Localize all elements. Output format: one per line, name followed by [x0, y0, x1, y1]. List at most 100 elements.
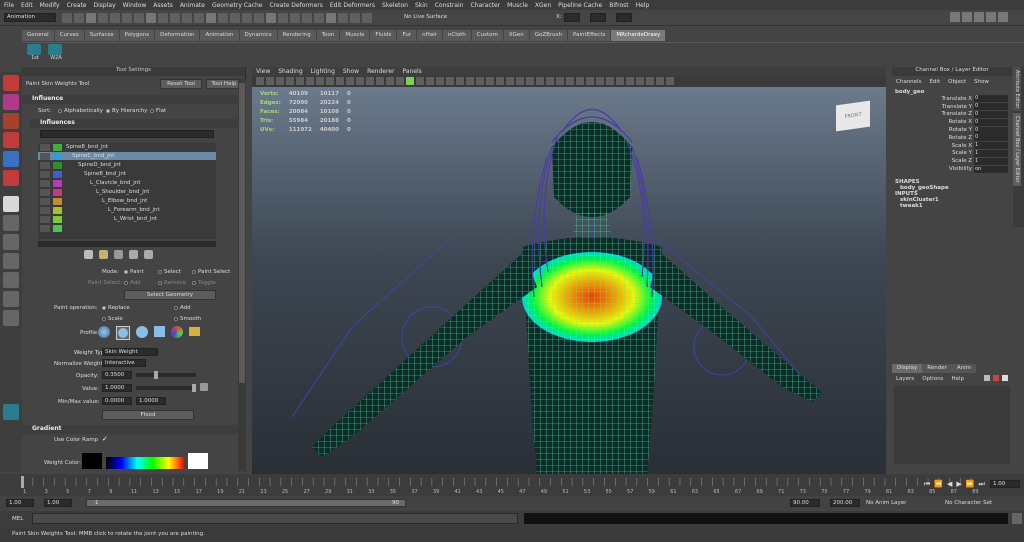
channel-menu-edit[interactable]: Edit: [929, 79, 940, 85]
layer-options-icon[interactable]: [1002, 375, 1008, 381]
status-tool-icon[interactable]: [338, 13, 348, 23]
menu-animate[interactable]: Animate: [180, 2, 205, 9]
influence-color-swatch[interactable]: [53, 170, 62, 178]
shelf-tab-custom[interactable]: Custom: [471, 30, 503, 41]
toggle-icon[interactable]: [998, 12, 1008, 22]
view-cube[interactable]: FRONT: [836, 100, 870, 132]
viewport-tool-icon[interactable]: [316, 77, 324, 85]
help-menu[interactable]: Help: [951, 376, 964, 382]
toggle-icon[interactable]: [962, 12, 972, 22]
gradient-section[interactable]: Gradient: [22, 425, 238, 434]
opacity-field[interactable]: 0.3500: [102, 371, 132, 379]
visibility-icon[interactable]: [40, 161, 50, 169]
layer-list[interactable]: [894, 386, 1010, 464]
paint-select-tool-icon[interactable]: [3, 113, 19, 129]
visibility-icon[interactable]: [40, 197, 50, 205]
influence-color-swatch[interactable]: [53, 224, 62, 232]
mode-paint[interactable]: Paint: [124, 269, 144, 275]
status-tool-icon[interactable]: [182, 13, 192, 23]
current-frame-field[interactable]: 1.00: [990, 480, 1020, 488]
menu-help[interactable]: Help: [636, 2, 650, 9]
influence-color-swatch[interactable]: [53, 143, 62, 151]
viewport-tool-icon[interactable]: [266, 77, 274, 85]
viewport-tool-icon[interactable]: [476, 77, 484, 85]
menu-bifrost[interactable]: Bifrost: [609, 2, 628, 9]
viewport-tool-icon[interactable]: [616, 77, 624, 85]
menu-edit[interactable]: Edit: [21, 2, 33, 9]
viewport-tool-icon[interactable]: [486, 77, 494, 85]
attribute-value[interactable]: 0: [974, 134, 1008, 142]
layout-outliner-icon[interactable]: [3, 272, 19, 288]
status-tool-icon[interactable]: [326, 13, 336, 23]
influence-color-swatch[interactable]: [53, 161, 62, 169]
status-tool-icon[interactable]: [194, 13, 204, 23]
folder-icon[interactable]: [189, 327, 200, 336]
channel-menu-channels[interactable]: Channels: [896, 79, 921, 85]
viewport-tool-icon[interactable]: [376, 77, 384, 85]
viewport-tool-icon[interactable]: [646, 77, 654, 85]
layers-menu[interactable]: Layers: [896, 376, 914, 382]
visibility-icon[interactable]: [40, 179, 50, 187]
toggle-icon[interactable]: [974, 12, 984, 22]
viewport-tool-icon[interactable]: [356, 77, 364, 85]
new-layer-icon[interactable]: [984, 375, 990, 381]
end-time-field[interactable]: 200.00: [830, 499, 860, 507]
viewport-tool-icon[interactable]: [306, 77, 314, 85]
status-tool-icon[interactable]: [362, 13, 372, 23]
status-tool-icon[interactable]: [86, 13, 96, 23]
viewport-tool-icon[interactable]: [636, 77, 644, 85]
max-color-swatch[interactable]: [188, 453, 208, 469]
shelf-tab-general[interactable]: General: [22, 30, 54, 41]
attribute-row[interactable]: Translate X0: [892, 95, 1008, 103]
menu-create[interactable]: Create: [67, 2, 87, 9]
viewport-tool-icon[interactable]: [566, 77, 574, 85]
attribute-row[interactable]: Rotate X0: [892, 118, 1008, 126]
attribute-value[interactable]: 0: [974, 95, 1008, 103]
pin-icon[interactable]: [84, 250, 93, 259]
viewport-tool-icon[interactable]: [406, 77, 414, 85]
status-tool-icon[interactable]: [278, 13, 288, 23]
viewport-tool-icon[interactable]: [456, 77, 464, 85]
eyedropper-icon[interactable]: [200, 383, 208, 391]
layout-graph-icon[interactable]: [3, 291, 19, 307]
viewport-canvas[interactable]: [252, 87, 886, 474]
visibility-icon[interactable]: [40, 143, 50, 151]
attribute-row[interactable]: Visibility on: [892, 165, 1008, 173]
scale-tool-icon[interactable]: [3, 170, 19, 186]
attribute-value[interactable]: 1: [974, 157, 1008, 165]
shelf-tab-toon[interactable]: Toon: [316, 30, 340, 41]
attribute-editor-tab[interactable]: Attribute Editor: [1013, 67, 1021, 112]
viewport-tool-icon[interactable]: [516, 77, 524, 85]
menu-skeleton[interactable]: Skeleton: [382, 2, 408, 9]
toggle-icon[interactable]: [950, 12, 960, 22]
visibility-icon[interactable]: [40, 224, 50, 232]
influence-color-swatch[interactable]: [53, 197, 62, 205]
viewport-menu-lighting[interactable]: Lighting: [311, 68, 335, 75]
viewport-tool-icon[interactable]: [416, 77, 424, 85]
viewport-tool-icon[interactable]: [436, 77, 444, 85]
menu-edit-deformers[interactable]: Edit Deformers: [330, 2, 375, 9]
soft-brush-icon[interactable]: [116, 326, 130, 340]
viewport-tool-icon[interactable]: [546, 77, 554, 85]
toggle-icon[interactable]: [986, 12, 996, 22]
menu-skin[interactable]: Skin: [415, 2, 428, 9]
value-field[interactable]: 1.0000: [102, 384, 132, 392]
viewport-tool-icon[interactable]: [256, 77, 264, 85]
value-slider[interactable]: [136, 384, 196, 392]
shelf-button-w2a[interactable]: W2A: [45, 43, 62, 61]
viewport-tool-icon[interactable]: [386, 77, 394, 85]
viewport-tool-icon[interactable]: [526, 77, 534, 85]
influence-color-swatch[interactable]: [53, 188, 62, 196]
shelf-tab-muscle[interactable]: Muscle: [340, 30, 370, 41]
viewport-menu-renderer[interactable]: Renderer: [367, 68, 394, 75]
influence-row[interactable]: L_Forearm_bnd_jnt: [38, 206, 216, 215]
viewport-tool-icon[interactable]: [596, 77, 604, 85]
shelf-tab-dynamics[interactable]: Dynamics: [239, 30, 277, 41]
viewport-menu-show[interactable]: Show: [343, 68, 359, 75]
influence-section[interactable]: Influence: [22, 95, 238, 104]
start-time-field[interactable]: 1.00: [6, 499, 34, 507]
shelf-tab-animation[interactable]: Animation: [200, 30, 239, 41]
weight-type-dropdown[interactable]: Skin Weight: [102, 348, 158, 356]
influence-color-swatch[interactable]: [53, 179, 62, 187]
influence-row[interactable]: L_Wrist_bnd_jnt: [38, 215, 216, 224]
